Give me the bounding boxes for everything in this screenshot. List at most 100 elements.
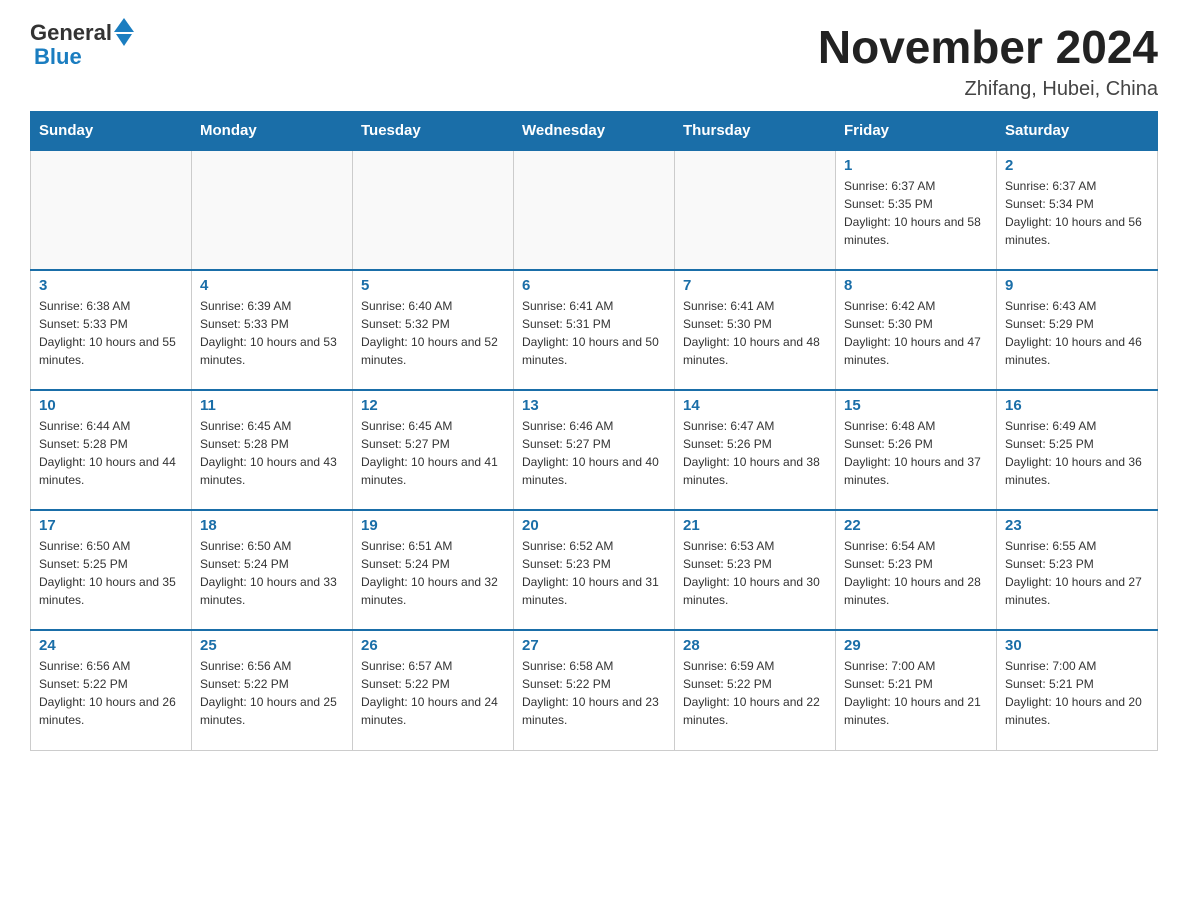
day-number: 3 bbox=[39, 277, 183, 294]
day-number: 11 bbox=[200, 397, 344, 414]
week-row-1: 1 Sunrise: 6:37 AMSunset: 5:35 PMDaylight… bbox=[31, 150, 1158, 270]
day-number: 14 bbox=[683, 397, 827, 414]
day-number: 16 bbox=[1005, 397, 1149, 414]
week-row-3: 10 Sunrise: 6:44 AMSunset: 5:28 PMDayligh… bbox=[31, 390, 1158, 510]
calendar-cell: 13Sunrise: 6:46 AMSunset: 5:27 PMDayligh… bbox=[514, 390, 675, 510]
calendar-cell: 25 Sunrise: 6:56 AMSunset: 5:22 PMDayligh… bbox=[192, 630, 353, 750]
calendar-cell: 22 Sunrise: 6:54 AMSunset: 5:23 PMDayligh… bbox=[836, 510, 997, 630]
day-info: Sunrise: 6:37 AMSunset: 5:35 PMDaylight:… bbox=[844, 177, 988, 249]
day-number: 17 bbox=[39, 517, 183, 534]
month-title: November 2024 bbox=[818, 20, 1158, 74]
week-row-5: 24 Sunrise: 6:56 AMSunset: 5:22 PMDayligh… bbox=[31, 630, 1158, 750]
day-number: 22 bbox=[844, 517, 988, 534]
day-info: Sunrise: 6:58 AMSunset: 5:22 PMDaylight:… bbox=[522, 657, 666, 729]
calendar-cell: 4 Sunrise: 6:39 AMSunset: 5:33 PMDaylight… bbox=[192, 270, 353, 390]
logo-triangle-bottom bbox=[116, 34, 132, 46]
page-header: General Blue November 2024 Zhifang, Hube… bbox=[30, 20, 1158, 101]
calendar-cell: 14 Sunrise: 6:47 AMSunset: 5:26 PMDayligh… bbox=[675, 390, 836, 510]
day-info: Sunrise: 7:00 AMSunset: 5:21 PMDaylight:… bbox=[844, 657, 988, 729]
day-number: 18 bbox=[200, 517, 344, 534]
calendar-cell: 1 Sunrise: 6:37 AMSunset: 5:35 PMDaylight… bbox=[836, 150, 997, 270]
day-info: Sunrise: 6:50 AMSunset: 5:25 PMDaylight:… bbox=[39, 537, 183, 609]
day-number: 26 bbox=[361, 637, 505, 654]
day-header-wednesday: Wednesday bbox=[514, 112, 675, 151]
day-number: 20 bbox=[522, 517, 666, 534]
calendar-cell bbox=[675, 150, 836, 270]
calendar-cell: 3 Sunrise: 6:38 AMSunset: 5:33 PMDaylight… bbox=[31, 270, 192, 390]
day-info: Sunrise: 6:59 AMSunset: 5:22 PMDaylight:… bbox=[683, 657, 827, 729]
calendar-cell: 15 Sunrise: 6:48 AMSunset: 5:26 PMDayligh… bbox=[836, 390, 997, 510]
calendar-cell bbox=[514, 150, 675, 270]
day-number: 30 bbox=[1005, 637, 1149, 654]
calendar-cell: 28Sunrise: 6:59 AMSunset: 5:22 PMDayligh… bbox=[675, 630, 836, 750]
calendar-cell: 8Sunrise: 6:42 AMSunset: 5:30 PMDaylight… bbox=[836, 270, 997, 390]
calendar-cell: 30 Sunrise: 7:00 AMSunset: 5:21 PMDayligh… bbox=[997, 630, 1158, 750]
calendar-cell: 7Sunrise: 6:41 AMSunset: 5:30 PMDaylight… bbox=[675, 270, 836, 390]
day-info: Sunrise: 6:57 AMSunset: 5:22 PMDaylight:… bbox=[361, 657, 505, 729]
location: Zhifang, Hubei, China bbox=[818, 78, 1158, 101]
day-info: Sunrise: 6:40 AMSunset: 5:32 PMDaylight:… bbox=[361, 297, 505, 369]
calendar-cell: 16 Sunrise: 6:49 AMSunset: 5:25 PMDayligh… bbox=[997, 390, 1158, 510]
calendar-cell: 5Sunrise: 6:40 AMSunset: 5:32 PMDaylight… bbox=[353, 270, 514, 390]
day-info: Sunrise: 6:56 AMSunset: 5:22 PMDaylight:… bbox=[200, 657, 344, 729]
week-row-4: 17 Sunrise: 6:50 AMSunset: 5:25 PMDayligh… bbox=[31, 510, 1158, 630]
day-header-tuesday: Tuesday bbox=[353, 112, 514, 151]
calendar-cell: 20 Sunrise: 6:52 AMSunset: 5:23 PMDayligh… bbox=[514, 510, 675, 630]
day-number: 12 bbox=[361, 397, 505, 414]
calendar-cell bbox=[353, 150, 514, 270]
day-info: Sunrise: 6:44 AMSunset: 5:28 PMDaylight:… bbox=[39, 417, 183, 489]
day-info: Sunrise: 6:41 AMSunset: 5:31 PMDaylight:… bbox=[522, 297, 666, 369]
day-info: Sunrise: 6:45 AMSunset: 5:27 PMDaylight:… bbox=[361, 417, 505, 489]
day-number: 7 bbox=[683, 277, 827, 294]
day-info: Sunrise: 6:50 AMSunset: 5:24 PMDaylight:… bbox=[200, 537, 344, 609]
day-info: Sunrise: 6:56 AMSunset: 5:22 PMDaylight:… bbox=[39, 657, 183, 729]
day-number: 1 bbox=[844, 157, 988, 174]
day-info: Sunrise: 6:48 AMSunset: 5:26 PMDaylight:… bbox=[844, 417, 988, 489]
logo-text-blue: Blue bbox=[34, 44, 82, 70]
logo-triangle-top bbox=[114, 18, 134, 32]
calendar-cell: 2Sunrise: 6:37 AMSunset: 5:34 PMDaylight… bbox=[997, 150, 1158, 270]
day-number: 6 bbox=[522, 277, 666, 294]
day-header-sunday: Sunday bbox=[31, 112, 192, 151]
title-block: November 2024 Zhifang, Hubei, China bbox=[818, 20, 1158, 101]
day-number: 21 bbox=[683, 517, 827, 534]
day-number: 13 bbox=[522, 397, 666, 414]
day-info: Sunrise: 6:49 AMSunset: 5:25 PMDaylight:… bbox=[1005, 417, 1149, 489]
day-info: Sunrise: 6:54 AMSunset: 5:23 PMDaylight:… bbox=[844, 537, 988, 609]
day-number: 25 bbox=[200, 637, 344, 654]
day-number: 10 bbox=[39, 397, 183, 414]
day-number: 4 bbox=[200, 277, 344, 294]
calendar-cell bbox=[192, 150, 353, 270]
day-header-monday: Monday bbox=[192, 112, 353, 151]
calendar-cell bbox=[31, 150, 192, 270]
day-number: 29 bbox=[844, 637, 988, 654]
day-info: Sunrise: 6:38 AMSunset: 5:33 PMDaylight:… bbox=[39, 297, 183, 369]
week-row-2: 3 Sunrise: 6:38 AMSunset: 5:33 PMDaylight… bbox=[31, 270, 1158, 390]
day-info: Sunrise: 6:45 AMSunset: 5:28 PMDaylight:… bbox=[200, 417, 344, 489]
calendar-cell: 12 Sunrise: 6:45 AMSunset: 5:27 PMDayligh… bbox=[353, 390, 514, 510]
day-number: 23 bbox=[1005, 517, 1149, 534]
calendar-cell: 6 Sunrise: 6:41 AMSunset: 5:31 PMDaylight… bbox=[514, 270, 675, 390]
day-info: Sunrise: 6:47 AMSunset: 5:26 PMDaylight:… bbox=[683, 417, 827, 489]
day-info: Sunrise: 7:00 AMSunset: 5:21 PMDaylight:… bbox=[1005, 657, 1149, 729]
day-number: 15 bbox=[844, 397, 988, 414]
days-header-row: SundayMondayTuesdayWednesdayThursdayFrid… bbox=[31, 112, 1158, 151]
day-info: Sunrise: 6:55 AMSunset: 5:23 PMDaylight:… bbox=[1005, 537, 1149, 609]
calendar-cell: 19 Sunrise: 6:51 AMSunset: 5:24 PMDayligh… bbox=[353, 510, 514, 630]
day-info: Sunrise: 6:43 AMSunset: 5:29 PMDaylight:… bbox=[1005, 297, 1149, 369]
day-number: 24 bbox=[39, 637, 183, 654]
day-header-thursday: Thursday bbox=[675, 112, 836, 151]
calendar-cell: 21Sunrise: 6:53 AMSunset: 5:23 PMDayligh… bbox=[675, 510, 836, 630]
calendar-cell: 26 Sunrise: 6:57 AMSunset: 5:22 PMDayligh… bbox=[353, 630, 514, 750]
calendar-table: SundayMondayTuesdayWednesdayThursdayFrid… bbox=[30, 111, 1158, 751]
day-number: 2 bbox=[1005, 157, 1149, 174]
calendar-cell: 29 Sunrise: 7:00 AMSunset: 5:21 PMDayligh… bbox=[836, 630, 997, 750]
day-number: 9 bbox=[1005, 277, 1149, 294]
day-info: Sunrise: 6:39 AMSunset: 5:33 PMDaylight:… bbox=[200, 297, 344, 369]
day-header-saturday: Saturday bbox=[997, 112, 1158, 151]
day-number: 27 bbox=[522, 637, 666, 654]
day-number: 19 bbox=[361, 517, 505, 534]
calendar-cell: 23 Sunrise: 6:55 AMSunset: 5:23 PMDayligh… bbox=[997, 510, 1158, 630]
day-info: Sunrise: 6:51 AMSunset: 5:24 PMDaylight:… bbox=[361, 537, 505, 609]
day-info: Sunrise: 6:52 AMSunset: 5:23 PMDaylight:… bbox=[522, 537, 666, 609]
